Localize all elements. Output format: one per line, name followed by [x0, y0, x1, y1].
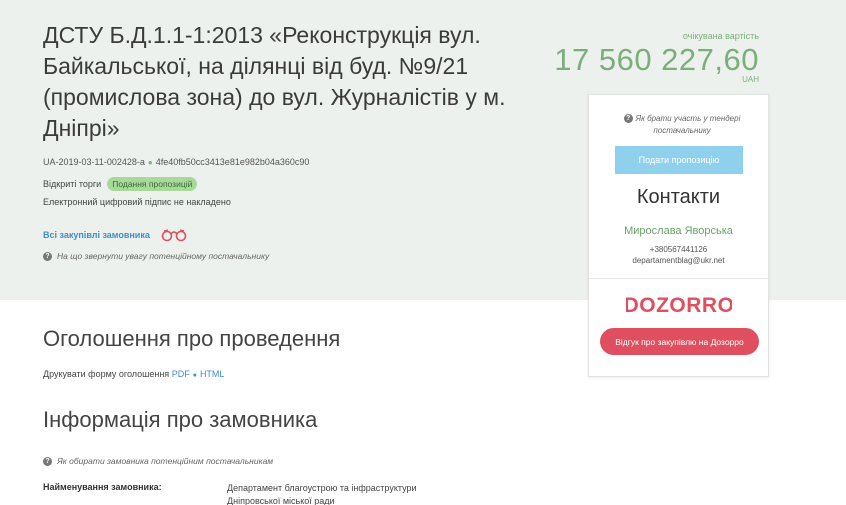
tender-id: UA-2019-03-11-002428-a: [43, 157, 145, 167]
attention-text: На що звернути увагу потенційному постач…: [57, 251, 270, 261]
submit-proposal-button[interactable]: Подати пропозицію: [615, 146, 743, 174]
tender-title: ДСТУ Б.Д.1.1-1:2013 «Реконструкція вул. …: [43, 22, 506, 141]
contact-phone: +380567441126: [649, 245, 708, 254]
price-label: очікувана вартість: [682, 31, 759, 41]
tender-type-line: Відкриті торги Подання пропозицій: [43, 177, 198, 191]
price-currency: UAH: [742, 75, 759, 84]
tender-hash: 4fe40fb50cc3413e81e982b04a360c90: [155, 157, 310, 167]
dozorro-logo-icon: DOZORRO: [626, 294, 732, 317]
participation-card: ? Як брати участь у тендері постачальнику…: [588, 94, 769, 377]
bullet-separator-icon: ●: [147, 158, 153, 167]
print-pdf-link[interactable]: PDF: [172, 369, 190, 379]
dozorro-logo: DOZORRO: [589, 292, 768, 318]
price-value: 17 560 227,60: [554, 42, 759, 77]
how-to-choose-text: Як обирати замовника потенційним постача…: [57, 456, 274, 466]
tender-id-line: UA-2019-03-11-002428-a ● 4fe40fb50cc3413e8…: [43, 157, 309, 167]
contact-email: departamentblag@ukr.net: [632, 256, 725, 265]
print-html-link[interactable]: HTML: [200, 369, 225, 379]
print-form-text: Друкувати форму оголошення: [43, 369, 170, 379]
bullet-separator-icon: ●: [192, 372, 197, 379]
dozorro-binoculars-icon[interactable]: [160, 228, 188, 242]
signature-note: Електронний цифровий підпис не накладено: [43, 197, 231, 207]
tender-type: Відкриті торги: [43, 179, 102, 189]
all-purchases-row: Всі закупівлі замовника: [43, 228, 188, 242]
dozorro-logo-text: DOZORRO: [626, 294, 732, 317]
card-divider: [589, 278, 768, 279]
dozorro-review-button[interactable]: Відгук про закупівлю на Дозорро: [600, 328, 759, 355]
how-to-choose-help[interactable]: ? Як обирати замовника потенційним поста…: [43, 456, 273, 466]
question-icon: ?: [43, 456, 52, 466]
how-to-participate-help[interactable]: ? Як брати участь у тендері постачальнику: [607, 113, 757, 137]
contacts-title: Контакти: [636, 186, 721, 208]
question-icon: ?: [623, 114, 633, 124]
how-to-participate-text: Як брати участь у тендері постачальнику: [635, 114, 741, 135]
customer-info-title: Інформація про замовника: [43, 407, 318, 432]
attention-help[interactable]: ? На що звернути увагу потенційному пост…: [43, 251, 269, 261]
contact-name: Мирослава Яворська: [624, 225, 733, 237]
status-badge: Подання пропозицій: [107, 177, 198, 191]
question-icon: ?: [43, 251, 52, 261]
customer-name-value: Департамент благоустрою та інфраструктур…: [227, 483, 417, 505]
all-purchases-link[interactable]: Всі закупівлі замовника: [43, 230, 150, 240]
print-form-line: Друкувати форму оголошення PDF ● HTML: [43, 369, 224, 379]
customer-name-label: Найменування замовника:: [43, 482, 162, 492]
announcement-title: Оголошення про проведення: [43, 326, 341, 351]
